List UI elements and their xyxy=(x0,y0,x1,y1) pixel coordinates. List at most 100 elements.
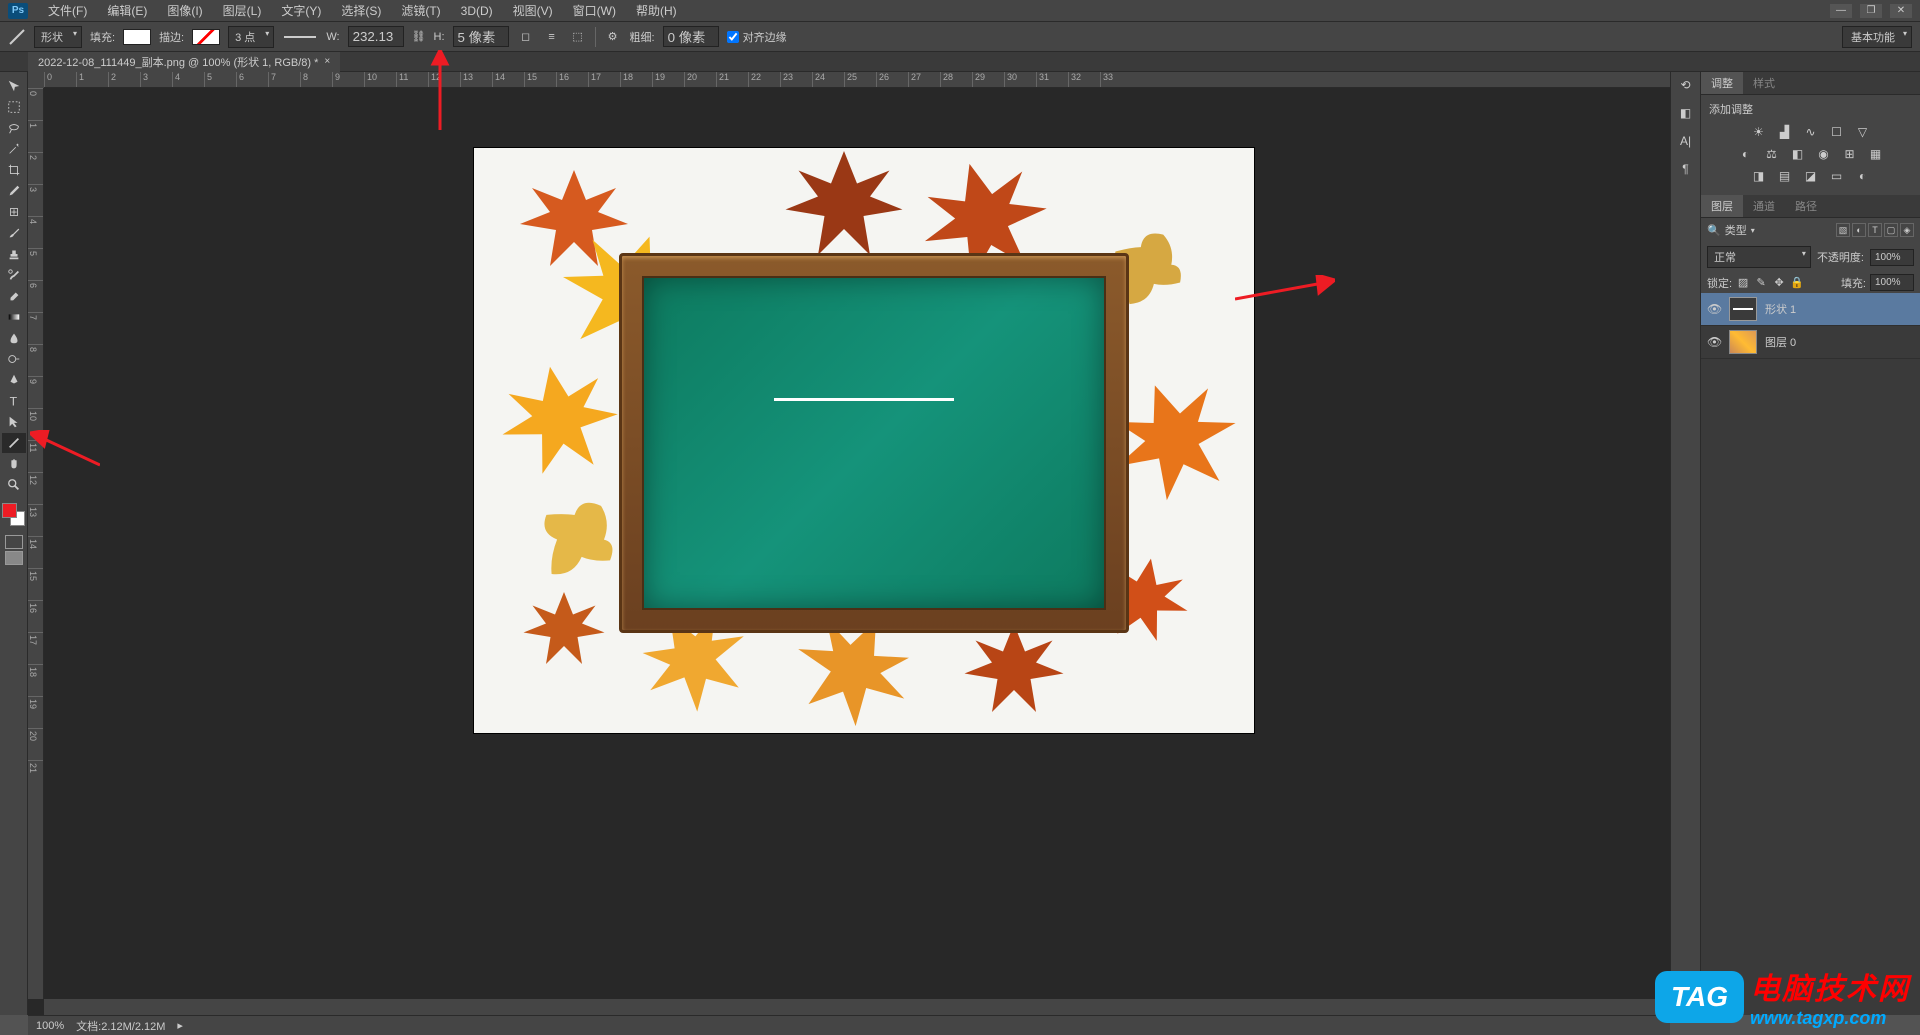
tab-close-icon[interactable]: × xyxy=(324,56,330,67)
menu-edit[interactable]: 编辑(E) xyxy=(97,2,157,19)
channel-mixer-icon[interactable]: ⊞ xyxy=(1840,145,1860,163)
layer-item-shape1[interactable]: 👁 形状 1 xyxy=(1701,293,1920,326)
maximize-button[interactable]: ❐ xyxy=(1860,4,1882,18)
healing-tool[interactable] xyxy=(2,202,26,222)
document-tab[interactable]: 2022-12-08_111449_副本.png @ 100% (形状 1, R… xyxy=(28,52,340,72)
menu-help[interactable]: 帮助(H) xyxy=(626,2,687,19)
color-lookup-icon[interactable]: ▦ xyxy=(1866,145,1886,163)
history-brush-tool[interactable] xyxy=(2,265,26,285)
character-panel-icon[interactable]: A| xyxy=(1677,132,1695,150)
crop-tool[interactable] xyxy=(2,160,26,180)
tab-adjustments[interactable]: 调整 xyxy=(1701,72,1743,94)
paragraph-panel-icon[interactable]: ¶ xyxy=(1677,160,1695,178)
filter-smart-icon[interactable]: ◈ xyxy=(1900,223,1914,237)
selective-color-icon[interactable]: ◐ xyxy=(1853,167,1873,185)
menu-filter[interactable]: 滤镜(T) xyxy=(391,2,450,19)
filter-adjust-icon[interactable]: ◐ xyxy=(1852,223,1866,237)
brush-tool[interactable] xyxy=(2,223,26,243)
pen-tool[interactable] xyxy=(2,370,26,390)
hand-tool[interactable] xyxy=(2,454,26,474)
vibrance-icon[interactable]: ▽ xyxy=(1853,123,1873,141)
width-input[interactable] xyxy=(348,26,404,47)
layer-item-layer0[interactable]: 👁 图层 0 xyxy=(1701,326,1920,359)
curves-icon[interactable]: ∿ xyxy=(1801,123,1821,141)
doc-info[interactable]: 文档:2.12M/2.12M xyxy=(76,1018,165,1034)
canvas-viewport[interactable] xyxy=(44,88,1684,995)
fill-swatch[interactable] xyxy=(123,29,151,45)
tab-styles[interactable]: 样式 xyxy=(1743,72,1785,94)
stroke-width-select[interactable]: 3 点 xyxy=(228,26,274,48)
stroke-swatch[interactable] xyxy=(192,29,220,45)
type-tool[interactable]: T xyxy=(2,391,26,411)
menu-layer[interactable]: 图层(L) xyxy=(213,2,272,19)
levels-icon[interactable]: ▟ xyxy=(1775,123,1795,141)
horizontal-ruler[interactable]: 0123456789101112131415161718192021222324… xyxy=(44,72,1684,88)
align-edges-checkbox[interactable]: 对齐边缘 xyxy=(727,29,787,45)
close-button[interactable]: ✕ xyxy=(1890,4,1912,18)
weight-input[interactable] xyxy=(663,26,719,47)
menu-window[interactable]: 窗口(W) xyxy=(563,2,626,19)
gradient-map-icon[interactable]: ▭ xyxy=(1827,167,1847,185)
threshold-icon[interactable]: ◪ xyxy=(1801,167,1821,185)
vertical-ruler[interactable]: 0123456789101112131415161718192021 xyxy=(28,88,44,999)
dodge-tool[interactable] xyxy=(2,349,26,369)
tab-channels[interactable]: 通道 xyxy=(1743,195,1785,217)
layer-visibility-icon[interactable]: 👁 xyxy=(1707,335,1721,349)
foreground-color[interactable] xyxy=(2,503,17,518)
minimize-button[interactable]: — xyxy=(1830,4,1852,18)
align-icon[interactable]: ≡ xyxy=(543,28,561,46)
quick-mask-icon[interactable] xyxy=(5,535,23,549)
hue-icon[interactable]: ◐ xyxy=(1736,145,1756,163)
fill-opacity-input[interactable] xyxy=(1870,274,1914,291)
marquee-tool[interactable] xyxy=(2,97,26,117)
properties-panel-icon[interactable]: ◧ xyxy=(1677,104,1695,122)
color-swatches[interactable] xyxy=(2,503,26,527)
filter-type-icon[interactable]: T xyxy=(1868,223,1882,237)
blur-tool[interactable] xyxy=(2,328,26,348)
posterize-icon[interactable]: ▤ xyxy=(1775,167,1795,185)
color-balance-icon[interactable]: ⚖ xyxy=(1762,145,1782,163)
lock-position-icon[interactable]: ✥ xyxy=(1772,276,1786,290)
link-wh-icon[interactable]: ⛓ xyxy=(412,30,426,43)
tool-mode-select[interactable]: 形状 xyxy=(34,26,82,48)
lock-all-icon[interactable]: 🔒 xyxy=(1790,276,1804,290)
layer-visibility-icon[interactable]: 👁 xyxy=(1707,302,1721,316)
brightness-icon[interactable]: ☀ xyxy=(1749,123,1769,141)
tab-paths[interactable]: 路径 xyxy=(1785,195,1827,217)
filter-shape-icon[interactable]: ▢ xyxy=(1884,223,1898,237)
gear-icon[interactable]: ⚙ xyxy=(604,28,622,46)
menu-type[interactable]: 文字(Y) xyxy=(271,2,331,19)
eyedropper-tool[interactable] xyxy=(2,181,26,201)
menu-view[interactable]: 视图(V) xyxy=(503,2,563,19)
doc-info-arrow-icon[interactable]: ▸ xyxy=(177,1019,183,1032)
menu-select[interactable]: 选择(S) xyxy=(331,2,391,19)
layer-thumbnail[interactable] xyxy=(1729,297,1757,321)
lock-transparency-icon[interactable]: ▨ xyxy=(1736,276,1750,290)
drawn-shape-line[interactable] xyxy=(774,398,954,401)
menu-file[interactable]: 文件(F) xyxy=(38,2,97,19)
screen-mode-icon[interactable] xyxy=(5,551,23,565)
horizontal-scrollbar[interactable] xyxy=(44,999,1684,1015)
magic-wand-tool[interactable] xyxy=(2,139,26,159)
line-tool[interactable] xyxy=(2,433,26,453)
exposure-icon[interactable]: ☐ xyxy=(1827,123,1847,141)
stamp-tool[interactable] xyxy=(2,244,26,264)
zoom-level[interactable]: 100% xyxy=(36,1020,64,1032)
menu-3d[interactable]: 3D(D) xyxy=(451,4,503,18)
filter-kind-icon[interactable]: 🔍 xyxy=(1707,224,1721,237)
document-canvas[interactable] xyxy=(474,148,1254,733)
ruler-origin[interactable] xyxy=(28,72,44,88)
history-panel-icon[interactable]: ⟲ xyxy=(1677,76,1695,94)
layer-name[interactable]: 图层 0 xyxy=(1765,334,1796,350)
workspace-select[interactable]: 基本功能 xyxy=(1842,26,1912,48)
layer-name[interactable]: 形状 1 xyxy=(1765,301,1796,317)
move-tool[interactable] xyxy=(2,76,26,96)
lasso-tool[interactable] xyxy=(2,118,26,138)
path-select-tool[interactable] xyxy=(2,412,26,432)
photo-filter-icon[interactable]: ◉ xyxy=(1814,145,1834,163)
menu-image[interactable]: 图像(I) xyxy=(157,2,212,19)
filter-pixel-icon[interactable]: ▧ xyxy=(1836,223,1850,237)
height-input[interactable] xyxy=(453,26,509,47)
path-ops-icon[interactable]: ◻ xyxy=(517,28,535,46)
eraser-tool[interactable] xyxy=(2,286,26,306)
